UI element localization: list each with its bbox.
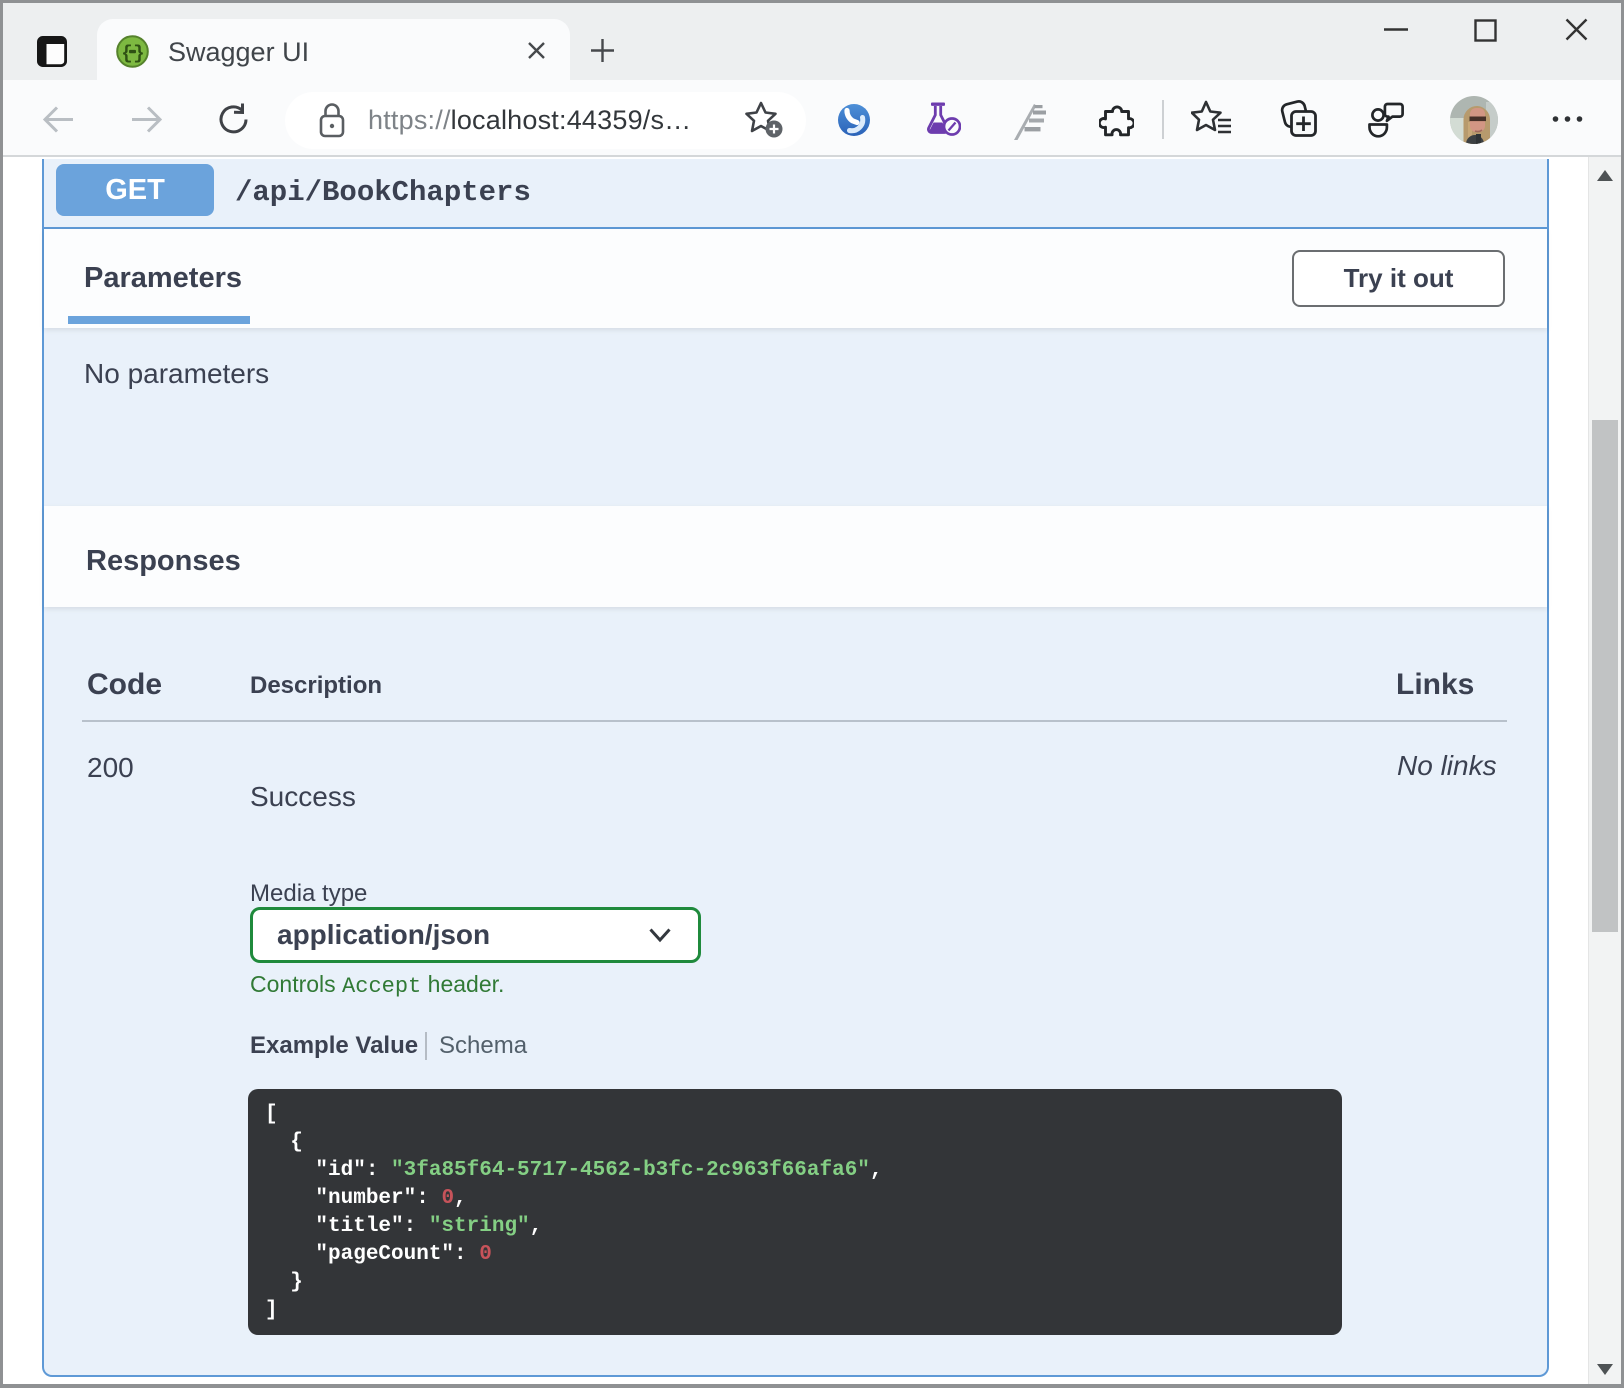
svg-text:}: } — [133, 43, 144, 65]
svg-text:{: { — [121, 43, 132, 65]
